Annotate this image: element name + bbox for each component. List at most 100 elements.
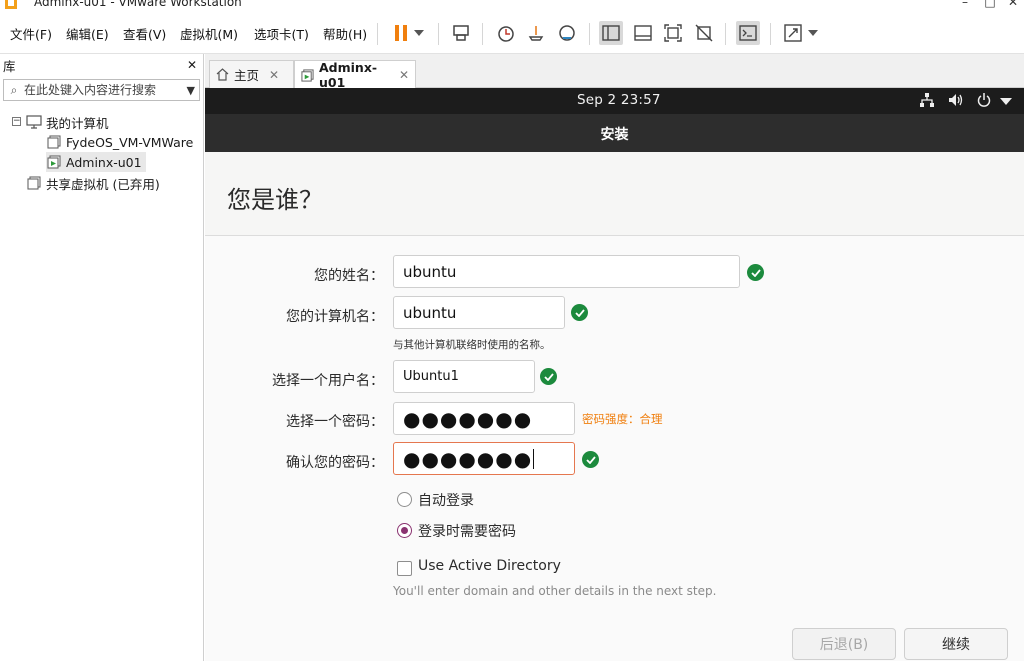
power-dropdown-icon[interactable] xyxy=(411,21,427,45)
installer-page: 您是谁？ 您的姓名： ubuntu 您的计算机名： ubuntu 与其他计算机联… xyxy=(205,152,1024,661)
user-form: 您的姓名： ubuntu 您的计算机名： ubuntu 与其他计算机联络时使用的… xyxy=(205,236,1024,661)
tree-label: 共享虚拟机 (已弃用) xyxy=(46,176,160,192)
search-dropdown-icon[interactable]: ▼ xyxy=(187,84,195,97)
tree-label: Adminx-u01 xyxy=(66,154,142,170)
name-field[interactable]: ubuntu xyxy=(393,255,740,288)
username-label: 选择一个用户名： xyxy=(272,373,384,389)
auto-login-label[interactable]: 自动登录 xyxy=(418,490,474,510)
tab-home[interactable]: 主页 ✕ xyxy=(209,60,294,88)
show-library-icon[interactable] xyxy=(599,21,623,45)
title-bar: Adminx-u01 - VMware Workstation – □ ✕ xyxy=(0,0,1024,12)
toolbar-separator xyxy=(377,23,378,45)
minimize-button[interactable]: – xyxy=(953,0,977,9)
name-label: 您的姓名： xyxy=(314,268,384,284)
menu-help[interactable]: 帮助(H) xyxy=(323,24,367,43)
password-value: ●●●●●●● xyxy=(403,406,533,431)
revert-snapshot-icon[interactable] xyxy=(524,21,548,45)
require-password-radio[interactable] xyxy=(397,523,412,538)
volume-icon[interactable] xyxy=(948,92,964,112)
full-screen-icon[interactable] xyxy=(661,21,685,45)
library-header: 库 ✕ xyxy=(0,54,203,76)
confirm-password-value: ●●●●●●● xyxy=(403,446,533,471)
tab-label: Adminx-u01 xyxy=(319,60,378,90)
running-vm-icon xyxy=(301,68,314,82)
library-title: 库 xyxy=(3,58,16,74)
library-panel: 库 ✕ ⌕ ▼ − 我的计算机 FydeOS_VM-VMWare Adminx-… xyxy=(0,54,204,661)
library-close-icon[interactable]: ✕ xyxy=(187,58,197,72)
stretch-guest-icon[interactable] xyxy=(781,21,805,45)
thumbnail-bar-icon[interactable] xyxy=(631,21,655,45)
menu-tabs[interactable]: 选项卡(T) xyxy=(254,24,309,43)
menu-edit[interactable]: 编辑(E) xyxy=(66,24,109,43)
hostname-value: ubuntu xyxy=(403,303,457,322)
library-search[interactable]: ⌕ ▼ xyxy=(3,79,200,101)
unity-mode-icon[interactable] xyxy=(692,21,716,45)
name-valid-check-icon xyxy=(747,264,764,281)
network-icon[interactable] xyxy=(919,92,935,112)
home-icon xyxy=(216,68,229,81)
confirm-valid-check-icon xyxy=(582,451,599,468)
console-view-icon[interactable] xyxy=(736,21,760,45)
tree-item-adminx-u01[interactable]: Adminx-u01 xyxy=(46,152,146,172)
tree-item-my-computer[interactable]: 我的计算机 xyxy=(26,112,109,132)
active-directory-hint: You'll enter domain and other details in… xyxy=(393,584,717,598)
tab-close-icon[interactable]: ✕ xyxy=(269,68,279,82)
vm-console[interactable]: Sep 2 23:57 安装 您是谁？ 您的姓名： ubuntu 您的计算机名： xyxy=(205,88,1024,661)
running-vm-icon xyxy=(46,154,62,170)
window-title: Adminx-u01 - VMware Workstation xyxy=(34,0,242,9)
password-strength: 密码强度：合理 xyxy=(582,412,663,426)
tree-label: 我的计算机 xyxy=(46,115,109,131)
menu-view[interactable]: 查看(V) xyxy=(123,24,166,43)
name-value: ubuntu xyxy=(403,262,457,281)
hostname-valid-check-icon xyxy=(571,304,588,321)
password-field[interactable]: ●●●●●●● xyxy=(393,402,575,435)
confirm-password-field[interactable]: ●●●●●●● xyxy=(393,442,575,475)
snapshot-manager-icon[interactable] xyxy=(555,21,579,45)
username-field[interactable]: Ubuntu1 xyxy=(393,360,535,393)
active-directory-label[interactable]: Use Active Directory xyxy=(418,558,561,574)
tree-label: FydeOS_VM-VMWare xyxy=(66,134,194,150)
guest-clock[interactable]: Sep 2 23:57 xyxy=(577,92,661,108)
maximize-button[interactable]: □ xyxy=(978,0,1002,9)
menubar: 文件(F) 编辑(E) 查看(V) 虚拟机(M) 选项卡(T) 帮助(H) xyxy=(0,12,1024,54)
library-search-input[interactable] xyxy=(24,83,174,97)
active-directory-checkbox[interactable] xyxy=(397,561,412,576)
tree-item-shared-vms[interactable]: 共享虚拟机 (已弃用) xyxy=(26,173,160,193)
installer-header: 安装 xyxy=(205,114,1024,152)
menu-file[interactable]: 文件(F) xyxy=(10,24,52,43)
tab-label: 主页 xyxy=(234,68,260,83)
shared-vm-icon xyxy=(26,175,42,191)
require-password-label[interactable]: 登录时需要密码 xyxy=(418,521,516,541)
tree-collapse-icon[interactable]: − xyxy=(12,117,21,126)
power-icon[interactable] xyxy=(976,92,992,112)
username-value: Ubuntu1 xyxy=(403,369,459,384)
tab-bar: 主页 ✕ Adminx-u01 ✕ xyxy=(205,54,1024,90)
toolbar-separator xyxy=(482,23,483,45)
send-ctrl-alt-del-icon[interactable] xyxy=(449,21,473,45)
vmware-logo-icon xyxy=(4,0,18,10)
hostname-label: 您的计算机名： xyxy=(286,309,384,325)
guest-top-bar: Sep 2 23:57 xyxy=(205,88,1024,114)
system-menu-arrow-icon[interactable] xyxy=(1000,95,1012,110)
toolbar-separator xyxy=(770,23,771,45)
toolbar-separator xyxy=(725,23,726,45)
tab-adminx-u01[interactable]: Adminx-u01 ✕ xyxy=(294,60,416,90)
tab-close-icon[interactable]: ✕ xyxy=(399,68,409,82)
computer-icon xyxy=(26,114,42,130)
close-window-button[interactable]: ✕ xyxy=(1001,0,1024,9)
vm-icon xyxy=(46,134,62,150)
auto-login-radio[interactable] xyxy=(397,492,412,507)
snapshot-icon[interactable] xyxy=(494,21,518,45)
menu-vm[interactable]: 虚拟机(M) xyxy=(180,24,238,43)
tree-item-fydeos-vm[interactable]: FydeOS_VM-VMWare xyxy=(46,132,193,152)
username-valid-check-icon xyxy=(540,368,557,385)
stretch-dropdown-icon[interactable] xyxy=(805,21,821,45)
toolbar-separator xyxy=(589,23,590,45)
pause-icon[interactable] xyxy=(389,21,413,45)
toolbar-separator xyxy=(438,23,439,45)
password-label: 选择一个密码： xyxy=(286,414,384,430)
installer-title: 安装 xyxy=(600,127,629,143)
back-button[interactable]: 后退(B) xyxy=(792,628,896,660)
continue-button[interactable]: 继续 xyxy=(904,628,1008,660)
hostname-field[interactable]: ubuntu xyxy=(393,296,565,329)
